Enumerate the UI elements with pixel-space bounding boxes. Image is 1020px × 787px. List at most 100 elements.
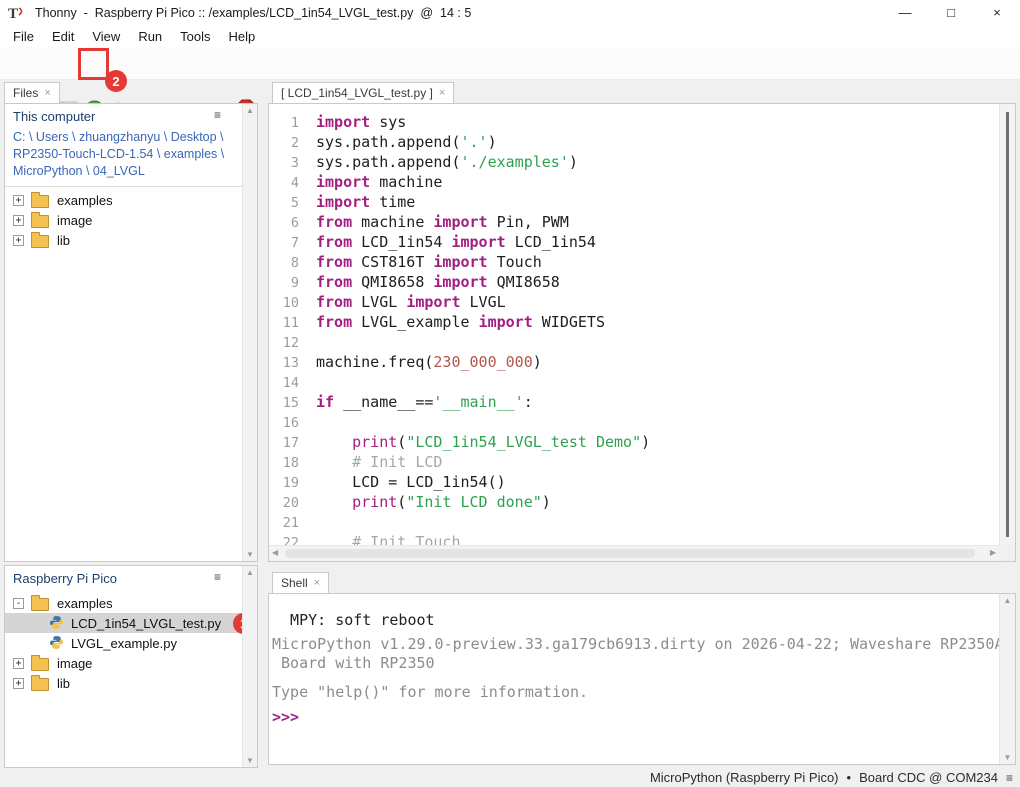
tree-item-lib[interactable]: +lib	[5, 673, 242, 693]
port-status[interactable]: Board CDC @ COM234	[859, 770, 998, 785]
statusbar-menu-icon[interactable]: ≡	[1006, 771, 1013, 785]
shell-scrollbar[interactable]: ▲ ▼	[999, 594, 1015, 764]
tab-files[interactable]: Files ×	[4, 82, 60, 103]
code-line: 10from LVGL import LVGL	[269, 292, 999, 312]
code-text: sys.path.append('.')	[299, 133, 497, 151]
menu-help[interactable]: Help	[220, 27, 265, 46]
collapse-icon[interactable]: -	[13, 598, 24, 609]
this-computer-label[interactable]: This computer	[13, 109, 95, 124]
line-number: 8	[269, 253, 299, 273]
folder-icon	[31, 235, 49, 248]
maximize-button[interactable]: □	[928, 5, 974, 20]
expand-icon[interactable]: +	[13, 658, 24, 669]
folder-icon	[31, 598, 49, 611]
tree-item-lvgl-example-py[interactable]: +LVGL_example.py	[5, 633, 242, 653]
line-number: 6	[269, 213, 299, 233]
line-number: 21	[269, 513, 299, 533]
tree-item-label: examples	[57, 193, 113, 208]
tree-item-examples[interactable]: - examples	[5, 593, 242, 613]
menu-tools[interactable]: Tools	[171, 27, 219, 46]
line-number: 17	[269, 433, 299, 453]
minimize-button[interactable]: —	[882, 5, 928, 20]
annotation-badge-2: 2	[105, 70, 127, 92]
code-text	[299, 413, 316, 431]
code-line: 2sys.path.append('.')	[269, 132, 999, 152]
scroll-down-icon[interactable]: ▼	[1000, 753, 1015, 762]
line-number: 18	[269, 453, 299, 473]
scroll-left-icon[interactable]: ◀	[272, 548, 278, 557]
close-button[interactable]: ×	[974, 5, 1020, 20]
menu-file[interactable]: File	[4, 27, 43, 46]
shell-output[interactable]: MPY: soft rebootMicroPython v1.29.0-prev…	[272, 594, 999, 764]
editor-panel: 1import sys2sys.path.append('.')3sys.pat…	[268, 103, 1016, 562]
pico-label[interactable]: Raspberry Pi Pico	[13, 571, 117, 586]
pico-panel: Raspberry Pi Pico ≡ - examples + LCD_1in54_…	[4, 565, 258, 768]
expand-icon[interactable]: +	[13, 235, 24, 246]
line-number: 11	[269, 313, 299, 333]
line-number: 1	[269, 113, 299, 133]
tree-item-lib[interactable]: +lib	[5, 230, 242, 250]
path-line[interactable]: C: \ Users \ zhuangzhanyu \ Desktop \	[13, 129, 218, 146]
python-file-icon	[49, 615, 65, 631]
editor-vertical-scrollbar[interactable]	[999, 104, 1015, 545]
line-number: 19	[269, 473, 299, 493]
tree-item-examples[interactable]: + examples	[5, 190, 242, 210]
menu-run[interactable]: Run	[129, 27, 171, 46]
code-line: 7from LCD_1in54 import LCD_1in54	[269, 232, 999, 252]
annotation-badge-1: 1	[233, 613, 242, 634]
code-text: if __name__=='__main__':	[299, 393, 533, 411]
interpreter-status[interactable]: MicroPython (Raspberry Pi Pico)	[650, 770, 839, 785]
tab-close-icon[interactable]: ×	[439, 87, 445, 99]
expand-icon[interactable]: +	[13, 215, 24, 226]
code-line: 17 print("LCD_1in54_LVGL_test Demo")	[269, 432, 999, 452]
pico-scrollbar[interactable]: ▲ ▼	[242, 566, 257, 767]
scroll-up-icon[interactable]: ▲	[243, 106, 257, 115]
code-line: 3sys.path.append('./examples')	[269, 152, 999, 172]
expand-icon[interactable]: +	[13, 195, 24, 206]
tree-item-label: LCD_1in54_LVGL_test.py	[71, 616, 221, 631]
toolbar: STOP	[0, 47, 1020, 80]
tab-close-icon[interactable]: ×	[44, 87, 50, 99]
line-number: 20	[269, 493, 299, 513]
code-text: sys.path.append('./examples')	[299, 153, 578, 171]
path-line[interactable]: RP2350-Touch-LCD-1.54 \ examples \	[13, 146, 218, 163]
line-number: 5	[269, 193, 299, 213]
scroll-down-icon[interactable]: ▼	[243, 550, 257, 559]
menubar: FileEditViewRunToolsHelp	[0, 25, 1020, 47]
tree-item-label: LVGL_example.py	[71, 636, 177, 651]
menu-view[interactable]: View	[83, 27, 129, 46]
expand-icon[interactable]: +	[13, 678, 24, 689]
tree-item-label: examples	[57, 596, 113, 611]
code-line: 14	[269, 372, 999, 392]
scroll-right-icon[interactable]: ▶	[990, 548, 996, 557]
tab-close-icon[interactable]: ×	[314, 577, 320, 589]
files-menu-icon[interactable]: ≡	[214, 109, 221, 121]
tab-files-label: Files	[13, 86, 38, 100]
tab-shell-label: Shell	[281, 576, 308, 590]
code-line: 8from CST816T import Touch	[269, 252, 999, 272]
code-line: 1import sys	[269, 112, 999, 132]
tab-shell[interactable]: Shell ×	[272, 572, 329, 593]
code-editor[interactable]: 1import sys2sys.path.append('.')3sys.pat…	[269, 104, 999, 545]
tab-editor[interactable]: [ LCD_1in54_LVGL_test.py ] ×	[272, 82, 454, 103]
menu-edit[interactable]: Edit	[43, 27, 83, 46]
editor-horizontal-scrollbar[interactable]: ◀ ▶	[269, 545, 999, 561]
pico-menu-icon[interactable]: ≡	[214, 571, 221, 583]
code-text: from machine import Pin, PWM	[299, 213, 569, 231]
scrollbar-thumb[interactable]	[1006, 112, 1009, 537]
shell-line: >>>	[272, 708, 999, 727]
tree-item-image[interactable]: + image	[5, 653, 242, 673]
scroll-down-icon[interactable]: ▼	[243, 756, 257, 765]
scroll-up-icon[interactable]: ▲	[243, 568, 257, 577]
code-line: 5import time	[269, 192, 999, 212]
tree-item-image[interactable]: +image	[5, 210, 242, 230]
shell-line: MicroPython v1.29.0-preview.33.ga179cb69…	[272, 635, 999, 654]
path-line[interactable]: MicroPython \ 04_LVGL	[13, 163, 218, 180]
scroll-up-icon[interactable]: ▲	[1000, 596, 1015, 605]
tree-item-label: image	[57, 656, 92, 671]
shell-panel: MPY: soft rebootMicroPython v1.29.0-prev…	[268, 593, 1016, 765]
code-line: 15if __name__=='__main__':	[269, 392, 999, 412]
files-scrollbar[interactable]: ▲ ▼	[242, 104, 257, 561]
scrollbar-thumb[interactable]	[285, 549, 975, 558]
tree-item-lcd-1in54-lvgl-test-py[interactable]: +LCD_1in54_LVGL_test.py1	[5, 613, 242, 633]
